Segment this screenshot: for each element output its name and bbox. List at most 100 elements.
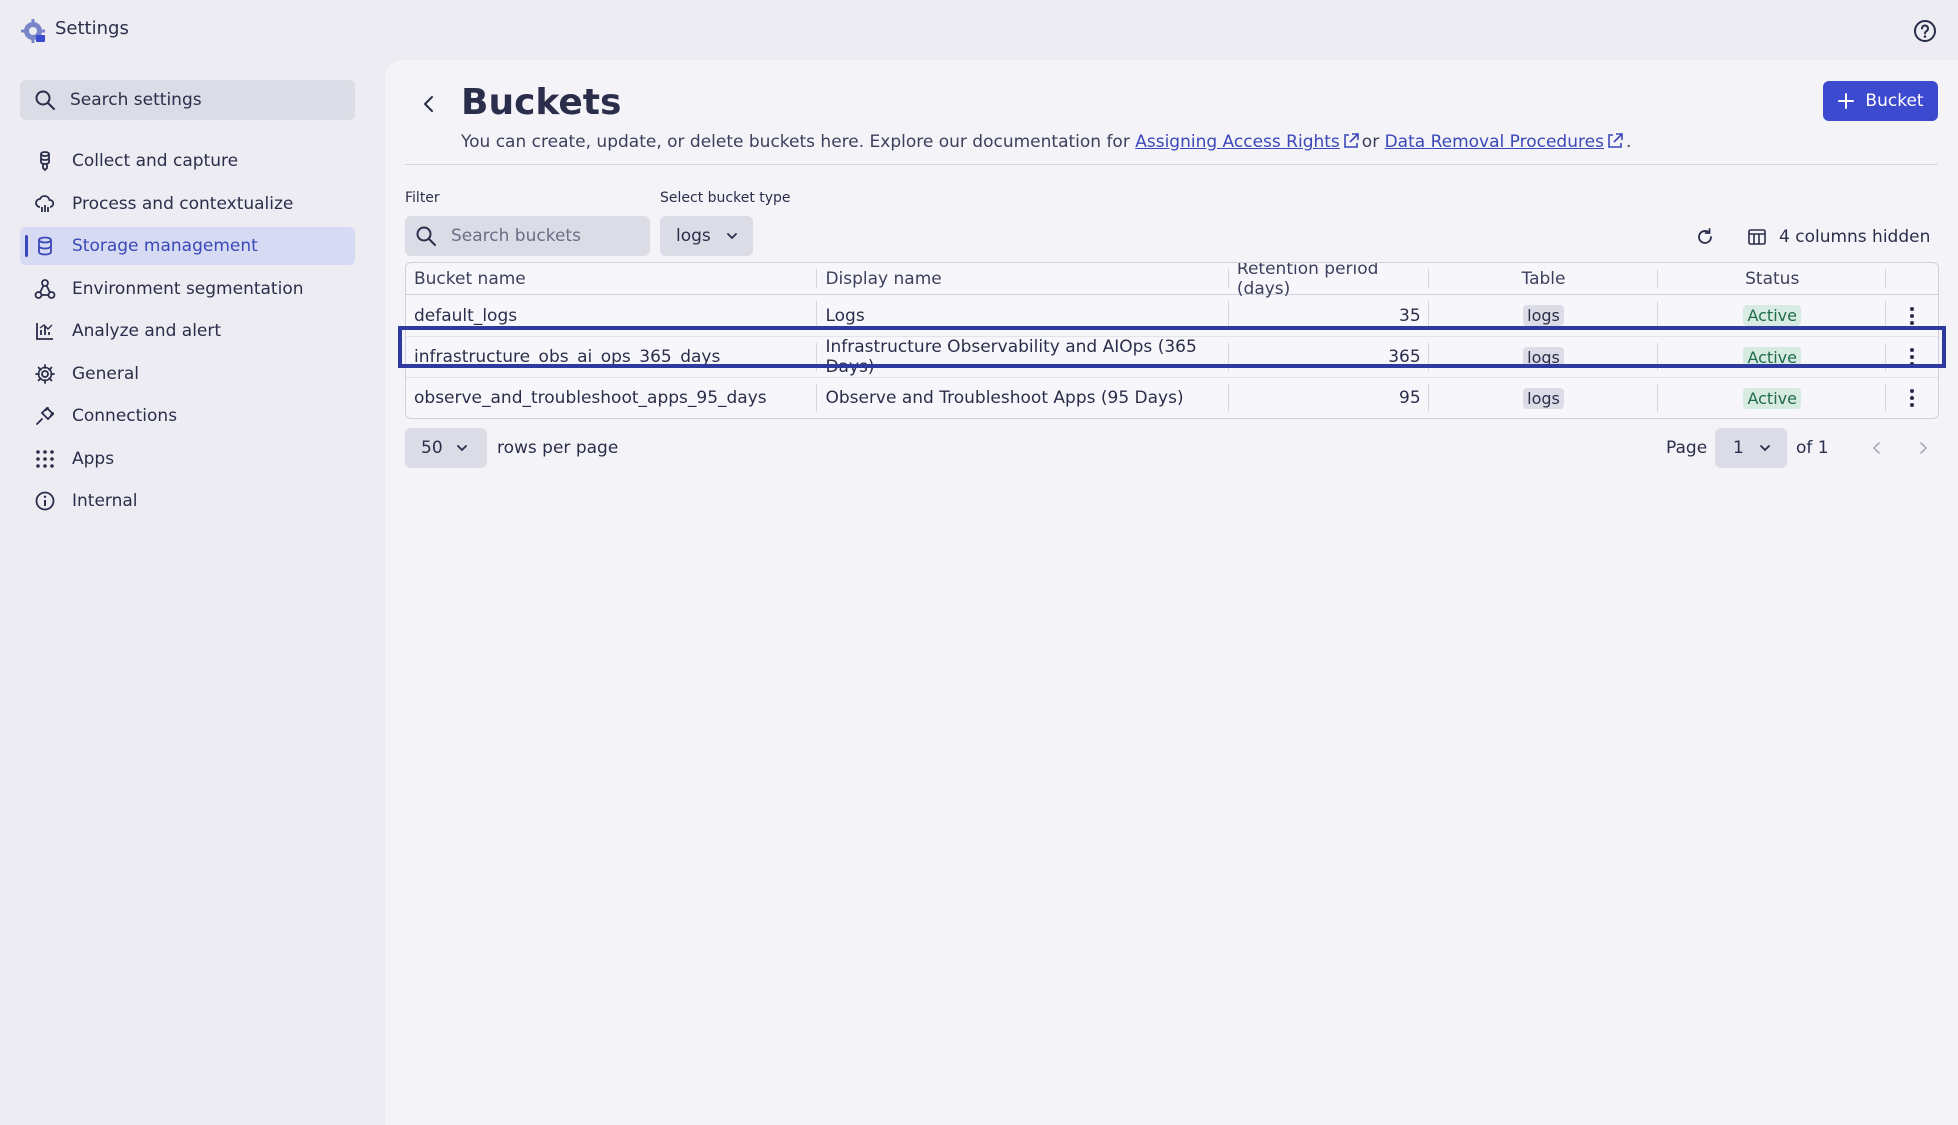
table-row[interactable]: default_logs Logs 35 logs Active — [406, 295, 1938, 336]
settings-search-placeholder: Search settings — [70, 90, 202, 110]
retention-cell: 35 — [1229, 295, 1429, 336]
bucket-name-cell: infrastructure_obs_ai_ops_365_days — [406, 337, 818, 377]
column-header-status[interactable]: Status — [1658, 263, 1886, 294]
column-header-table[interactable]: Table — [1429, 263, 1659, 294]
help-icon[interactable] — [1912, 18, 1938, 44]
app-title: Settings — [55, 18, 129, 39]
page-title: Buckets — [461, 82, 622, 123]
sidebar-item-environment-segmentation[interactable]: Environment segmentation — [20, 270, 355, 308]
external-link-icon — [1343, 133, 1359, 148]
column-header-display-name[interactable]: Display name — [817, 263, 1230, 294]
filter-label: Filter — [405, 190, 440, 206]
status-badge: Active — [1743, 346, 1801, 368]
next-page-button[interactable] — [1909, 434, 1937, 462]
sidebar-item-connections[interactable]: Connections — [20, 397, 355, 435]
status-badge: Active — [1743, 387, 1801, 409]
table-chip: logs — [1523, 387, 1564, 409]
cloud-process-icon — [35, 194, 55, 212]
sidebar-item-apps[interactable]: Apps — [20, 440, 355, 478]
row-actions-cell — [1886, 295, 1938, 336]
row-actions-cell — [1886, 378, 1938, 418]
status-cell: Active — [1658, 337, 1886, 377]
description-text: You can create, update, or delete bucket… — [461, 132, 1130, 152]
rows-per-page-select[interactable]: 50 — [405, 428, 487, 468]
more-vertical-icon[interactable] — [1902, 346, 1922, 368]
bucket-type-select[interactable]: logs — [660, 216, 753, 256]
sidebar-item-label: Environment segmentation — [72, 278, 304, 299]
sidebar-item-collect-and-capture[interactable]: Collect and capture — [20, 142, 355, 180]
description-suffix: . — [1625, 132, 1632, 152]
columns-hidden-button[interactable]: 4 columns hidden — [1747, 222, 1930, 252]
top-bar: Settings — [0, 0, 1958, 60]
refresh-button[interactable] — [1690, 222, 1720, 252]
plug-icon — [36, 406, 55, 425]
gear-icon — [35, 363, 55, 384]
assigning-access-rights-link[interactable]: Assigning Access Rights — [1135, 132, 1340, 152]
retention-cell: 95 — [1229, 378, 1429, 418]
sidebar-item-label: Storage management — [72, 236, 258, 256]
more-vertical-icon[interactable] — [1902, 387, 1922, 409]
display-name-cell: Observe and Troubleshoot Apps (95 Days) — [817, 378, 1230, 418]
database-icon — [38, 236, 52, 256]
columns-hidden-label: 4 columns hidden — [1779, 227, 1931, 247]
page-count-label: of 1 — [1796, 438, 1829, 458]
grid-icon — [36, 449, 54, 468]
chevron-right-icon — [1920, 442, 1928, 454]
chevron-left-icon — [1872, 442, 1880, 454]
status-cell: Active — [1658, 378, 1886, 418]
sidebar-item-label: Collect and capture — [72, 151, 239, 171]
sidebar-item-internal[interactable]: Internal — [20, 482, 355, 520]
sidebar-item-label: Analyze and alert — [72, 321, 222, 341]
settings-search-input[interactable]: Search settings — [20, 80, 355, 120]
table-chip: logs — [1523, 305, 1564, 326]
previous-page-button[interactable] — [1863, 434, 1891, 462]
sidebar-item-general[interactable]: General — [20, 355, 355, 393]
plus-icon — [1838, 93, 1855, 109]
column-header-retention[interactable]: Retention period (days) — [1229, 263, 1429, 299]
sidebar-item-label: Connections — [72, 406, 178, 426]
chevron-down-icon — [726, 233, 737, 240]
collect-icon — [40, 151, 50, 172]
table-header: Bucket name Display name Retention perio… — [406, 263, 1938, 299]
buckets-table: Bucket name Display name Retention perio… — [405, 262, 1939, 419]
sidebar-item-label: Process and contextualize — [72, 193, 294, 214]
table-row[interactable]: observe_and_troubleshoot_apps_95_days Ob… — [406, 377, 1938, 418]
column-header-actions — [1886, 263, 1938, 294]
data-removal-procedures-link[interactable]: Data Removal Procedures — [1385, 132, 1604, 152]
table-columns-icon — [1748, 229, 1766, 245]
rows-per-page-label: rows per page — [497, 438, 619, 458]
back-button[interactable] — [411, 86, 447, 122]
sidebar-item-label: Apps — [72, 448, 115, 469]
description-or: or — [1361, 132, 1380, 152]
sidebar-item-analyze-and-alert[interactable]: Analyze and alert — [20, 312, 355, 350]
refresh-icon — [1698, 228, 1712, 244]
add-bucket-button[interactable]: Bucket — [1823, 81, 1938, 121]
page-select[interactable]: 1 — [1715, 428, 1787, 468]
chart-icon — [36, 323, 53, 340]
segmentation-icon — [34, 278, 56, 299]
search-buckets-input[interactable]: Search buckets — [405, 216, 650, 256]
search-icon — [416, 226, 436, 246]
table-chip: logs — [1523, 346, 1564, 368]
info-icon — [35, 491, 55, 511]
table-cell: logs — [1429, 378, 1659, 418]
external-link-icon — [1608, 133, 1623, 148]
bucket-type-label: Select bucket type — [660, 190, 791, 206]
column-header-bucket-name[interactable]: Bucket name — [406, 263, 818, 294]
settings-app-icon — [21, 19, 45, 43]
header-divider — [405, 164, 1938, 165]
more-vertical-icon[interactable] — [1902, 305, 1922, 327]
main-panel: Buckets You can create, update, or delet… — [385, 60, 1958, 1125]
search-icon — [35, 90, 55, 110]
table-cell: logs — [1429, 295, 1659, 336]
display-name-cell: Logs — [817, 295, 1230, 336]
page-label: Page — [1666, 438, 1708, 458]
bucket-name-cell: observe_and_troubleshoot_apps_95_days — [406, 378, 818, 418]
sidebar-item-label: Internal — [72, 491, 138, 511]
chevron-down-icon — [1759, 445, 1770, 452]
bucket-type-value: logs — [676, 226, 711, 246]
chevron-down-icon — [456, 445, 467, 452]
sidebar-item-process-and-contextualize[interactable]: Process and contextualize — [20, 185, 355, 223]
table-row[interactable]: infrastructure_obs_ai_ops_365_days Infra… — [406, 336, 1938, 377]
sidebar-item-storage-management[interactable]: Storage management — [20, 227, 355, 265]
